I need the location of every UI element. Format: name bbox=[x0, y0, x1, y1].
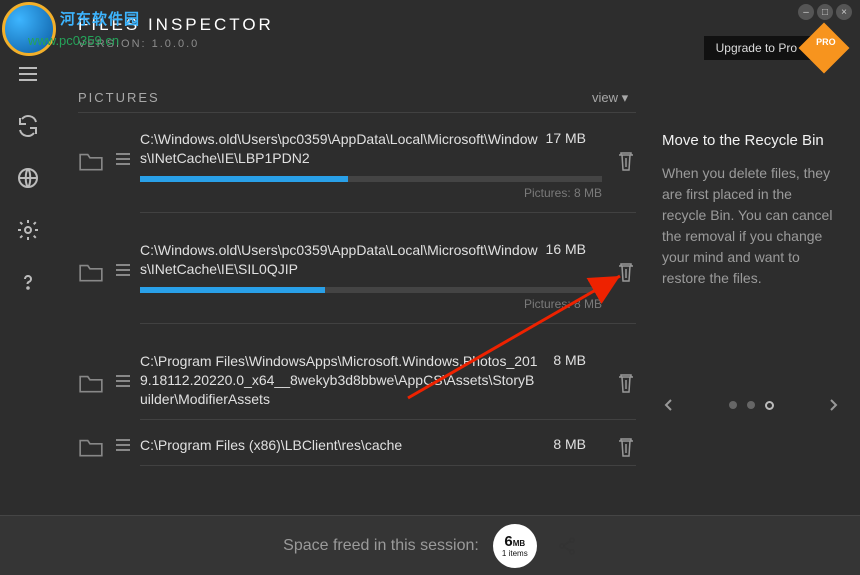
watermark-text: 河东软件园 bbox=[60, 8, 140, 29]
refresh-icon[interactable] bbox=[16, 114, 40, 138]
folder-icon bbox=[78, 150, 104, 172]
file-list: C:\Windows.old\Users\pc0359\AppData\Loca… bbox=[78, 130, 636, 494]
divider bbox=[78, 112, 636, 113]
list-item: C:\Program Files (x86)\LBClient\res\cach… bbox=[78, 436, 636, 466]
help-icon[interactable] bbox=[16, 270, 40, 294]
file-path[interactable]: C:\Program Files (x86)\LBClient\res\cach… bbox=[140, 436, 540, 455]
pager-dot-active[interactable] bbox=[765, 401, 774, 410]
trash-icon[interactable] bbox=[616, 150, 636, 172]
minimize-button[interactable]: – bbox=[798, 4, 814, 20]
footer-label: Space freed in this session: bbox=[283, 537, 479, 555]
window-controls: – □ × bbox=[798, 4, 852, 20]
folder-icon bbox=[78, 372, 104, 394]
trash-icon[interactable] bbox=[616, 372, 636, 394]
section-header: PICTURES bbox=[78, 90, 160, 105]
sidebar bbox=[0, 58, 55, 575]
drag-handle-icon[interactable] bbox=[114, 372, 132, 390]
info-body: When you delete files, they are first pl… bbox=[662, 163, 840, 289]
folder-icon bbox=[78, 436, 104, 458]
usage-bar bbox=[140, 287, 602, 293]
file-size: 16 MB bbox=[546, 241, 586, 257]
gear-icon[interactable] bbox=[16, 218, 40, 242]
file-path[interactable]: C:\Windows.old\Users\pc0359\AppData\Loca… bbox=[140, 130, 540, 168]
trash-icon[interactable] bbox=[616, 261, 636, 283]
list-item: C:\Program Files\WindowsApps\Microsoft.W… bbox=[78, 352, 636, 420]
trash-icon[interactable] bbox=[616, 436, 636, 458]
folder-icon bbox=[78, 261, 104, 283]
list-item: C:\Windows.old\Users\pc0359\AppData\Loca… bbox=[78, 130, 636, 213]
list-item: C:\Windows.old\Users\pc0359\AppData\Loca… bbox=[78, 241, 636, 324]
share-icon[interactable] bbox=[557, 536, 577, 556]
pro-badge: PRO bbox=[799, 23, 850, 74]
usage-bar bbox=[140, 176, 602, 182]
footer: Space freed in this session: 6MB 1 items bbox=[0, 515, 860, 575]
file-size: 17 MB bbox=[546, 130, 586, 146]
drag-handle-icon[interactable] bbox=[114, 436, 132, 454]
file-size: 8 MB bbox=[553, 436, 586, 452]
maximize-button[interactable]: □ bbox=[817, 4, 833, 20]
file-size: 8 MB bbox=[553, 352, 586, 368]
menu-icon[interactable] bbox=[16, 62, 40, 86]
freed-badge: 6MB 1 items bbox=[493, 524, 537, 568]
file-path[interactable]: C:\Program Files\WindowsApps\Microsoft.W… bbox=[140, 352, 540, 409]
close-button[interactable]: × bbox=[836, 4, 852, 20]
file-path[interactable]: C:\Windows.old\Users\pc0359\AppData\Loca… bbox=[140, 241, 540, 279]
drag-handle-icon[interactable] bbox=[114, 150, 132, 168]
pager-dot[interactable] bbox=[729, 401, 737, 409]
drag-handle-icon[interactable] bbox=[114, 261, 132, 279]
pictures-label: Pictures: 8 MB bbox=[140, 186, 602, 200]
chevron-left-icon[interactable] bbox=[662, 398, 676, 412]
info-panel: Move to the Recycle Bin When you delete … bbox=[662, 132, 840, 289]
watermark-url: www.pc0359.cn bbox=[28, 33, 119, 48]
chevron-right-icon[interactable] bbox=[826, 398, 840, 412]
view-dropdown[interactable]: view ▾ bbox=[592, 90, 628, 106]
pictures-label: Pictures: 8 MB bbox=[140, 297, 602, 311]
pager-dot[interactable] bbox=[747, 401, 755, 409]
pager-dots bbox=[729, 401, 774, 410]
info-title: Move to the Recycle Bin bbox=[662, 132, 840, 149]
info-pager bbox=[662, 398, 840, 412]
globe-icon[interactable] bbox=[16, 166, 40, 190]
